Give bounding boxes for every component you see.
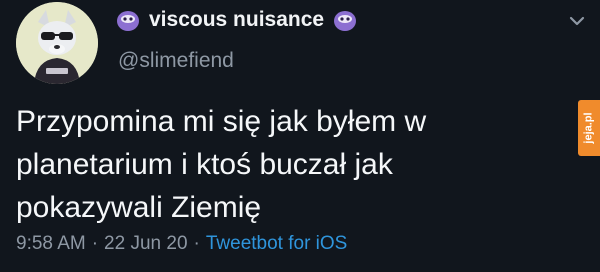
display-name[interactable]: viscous nuisance xyxy=(149,8,324,32)
name-row: viscous nuisance xyxy=(116,8,357,32)
slime-emoji-icon xyxy=(334,11,357,31)
watermark-badge: jeja.pl xyxy=(578,100,600,156)
tweet-text: Przypomina mi się jak byłem w planetariu… xyxy=(16,105,427,224)
tweet-client-link[interactable]: Tweetbot for iOS xyxy=(206,233,348,254)
tweet-card: viscous nuisance @slimefiend Przypomina … xyxy=(0,0,600,272)
tweet-time[interactable]: 9:58 AM xyxy=(16,233,86,254)
meta-separator: · xyxy=(193,233,200,254)
user-handle[interactable]: @slimefiend xyxy=(118,49,234,73)
tweet-meta: 9:58 AM · 22 Jun 20 · Tweetbot for iOS xyxy=(16,233,347,255)
meta-separator: · xyxy=(91,233,99,254)
chevron-down-icon[interactable] xyxy=(568,14,586,28)
tweet-date[interactable]: 22 Jun 20 xyxy=(104,233,187,254)
avatar[interactable] xyxy=(16,2,98,84)
wolf-avatar-icon xyxy=(16,2,98,84)
watermark-text: jeja.pl xyxy=(583,112,595,144)
slime-emoji-icon xyxy=(117,11,139,31)
